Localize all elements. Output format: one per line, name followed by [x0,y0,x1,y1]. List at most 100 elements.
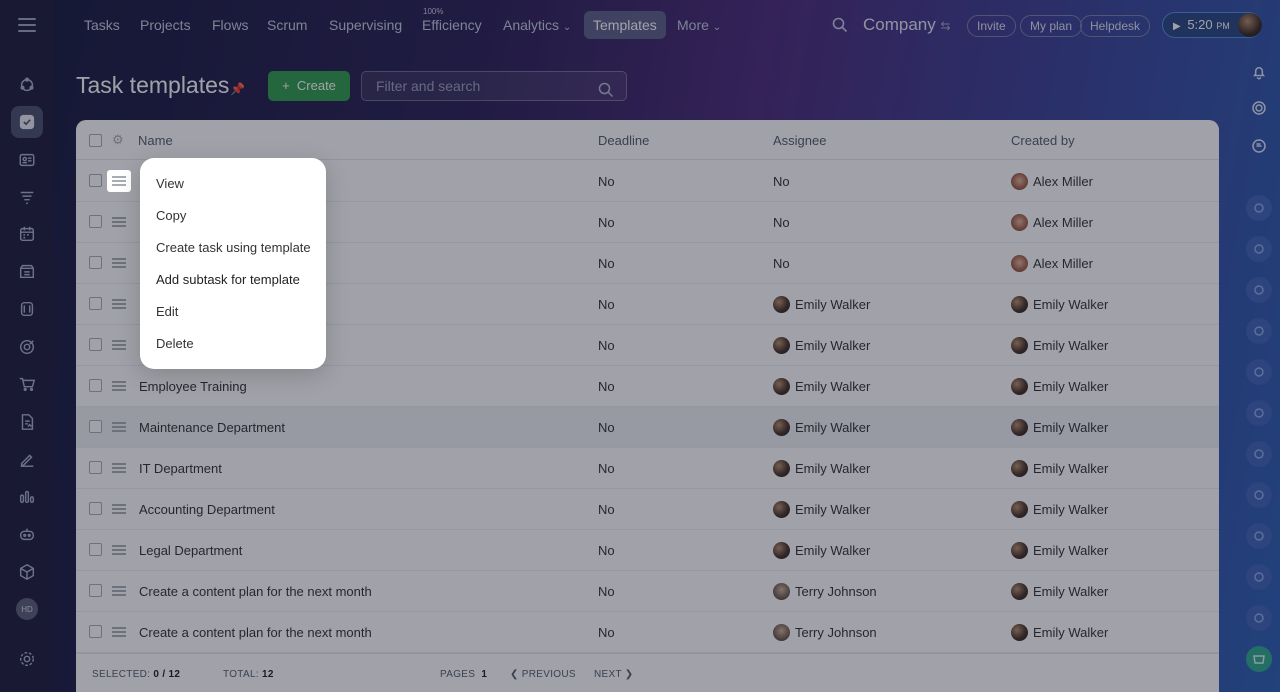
created-by-cell[interactable]: Emily Walker [1011,624,1108,642]
nav-efficiency[interactable]: Efficiency [422,17,482,33]
row-checkbox[interactable] [89,584,102,597]
template-name[interactable]: Create a content plan for the next month [139,584,372,599]
row-checkbox[interactable] [89,174,102,187]
nav-tasks[interactable]: Tasks [84,17,120,33]
row-menu-icon[interactable] [112,545,126,555]
invite-button[interactable]: Invite [967,15,1016,37]
assignee-cell[interactable]: Emily Walker [773,542,870,560]
create-button[interactable]: + Create [268,71,350,101]
next-page-button[interactable]: NEXT ❯ [594,669,633,680]
created-by-cell[interactable]: Alex Miller [1011,255,1093,273]
row-checkbox[interactable] [89,379,102,392]
created-by-cell[interactable]: Emily Walker [1011,501,1108,519]
row-menu-icon[interactable] [112,586,126,596]
created-by-cell[interactable]: Emily Walker [1011,542,1108,560]
menu-item-edit[interactable]: Edit [140,296,326,328]
assignee-cell[interactable]: Emily Walker [773,337,870,355]
contact-avatar-icon[interactable] [1246,400,1272,426]
template-name[interactable]: Accounting Department [139,502,275,517]
contact-avatar-icon[interactable] [1246,277,1272,303]
document-icon[interactable] [11,406,43,438]
pin-icon[interactable]: 📌 [230,82,245,96]
row-checkbox[interactable] [89,256,102,269]
table-row[interactable]: Legal Department No Emily Walker Emily Walk… [76,530,1219,571]
menu-item-copy[interactable]: Copy [140,200,326,232]
contact-avatar-icon[interactable] [1246,359,1272,385]
nav-templates[interactable]: Templates [584,11,666,39]
table-row[interactable]: Create a content plan for the next month… [76,612,1219,653]
column-deadline[interactable]: Deadline [598,133,649,148]
menu-item-view[interactable]: View [140,168,326,200]
column-assignee[interactable]: Assignee [773,133,826,148]
contact-avatar-icon[interactable] [1246,523,1272,549]
contact-card-icon[interactable] [11,144,43,176]
menu-item-create-task[interactable]: Create task using template [140,232,326,264]
profile-avatar[interactable] [1238,13,1262,37]
nav-scrum[interactable]: Scrum [267,17,307,33]
nav-projects[interactable]: Projects [140,17,191,33]
row-checkbox[interactable] [89,502,102,515]
row-menu-icon[interactable] [112,463,126,473]
assignee-cell[interactable]: Terry Johnson [773,624,877,642]
nav-supervising[interactable]: Supervising [329,17,402,33]
table-row[interactable]: IT Department No Emily Walker Emily Walker [76,448,1219,489]
my-plan-button[interactable]: My plan [1020,15,1083,37]
template-name[interactable]: Employee Training [139,379,247,394]
template-name[interactable]: Legal Department [139,543,242,558]
row-checkbox[interactable] [89,420,102,433]
analytics-icon[interactable] [11,480,43,512]
template-name[interactable]: Create a content plan for the next month [139,625,372,640]
nav-flows[interactable]: Flows [212,17,249,33]
row-menu-icon[interactable] [112,381,126,391]
created-by-cell[interactable]: Emily Walker [1011,337,1108,355]
contact-avatar-icon[interactable] [1246,441,1272,467]
market-icon[interactable] [1246,646,1272,672]
chat-icon[interactable] [1246,133,1272,159]
target-icon[interactable] [11,331,43,363]
row-1-menu-handle[interactable] [107,170,131,192]
disk-icon[interactable] [11,293,43,325]
row-menu-icon[interactable] [112,504,126,514]
tasks-icon[interactable] [11,106,43,138]
assignee-cell[interactable]: Emily Walker [773,296,870,314]
created-by-cell[interactable]: Emily Walker [1011,419,1108,437]
created-by-cell[interactable]: Emily Walker [1011,296,1108,314]
store-icon[interactable] [11,255,43,287]
column-created-by[interactable]: Created by [1011,133,1075,148]
row-checkbox[interactable] [89,297,102,310]
table-row[interactable]: Employee Training No Emily Walker Emily Wal… [76,366,1219,407]
column-name[interactable]: Name [138,133,173,148]
row-menu-icon[interactable] [112,340,126,350]
assignee-cell[interactable]: Terry Johnson [773,583,877,601]
assignee-cell[interactable]: Emily Walker [773,419,870,437]
row-checkbox[interactable] [89,461,102,474]
created-by-cell[interactable]: Alex Miller [1011,173,1093,191]
robot-icon[interactable] [11,518,43,550]
row-checkbox[interactable] [89,215,102,228]
menu-item-delete[interactable]: Delete [140,328,326,360]
user-avatar[interactable]: HD [16,598,38,620]
previous-page-button[interactable]: ❮ PREVIOUS [510,669,576,680]
contact-avatar-icon[interactable] [1246,318,1272,344]
row-menu-icon[interactable] [112,627,126,637]
created-by-cell[interactable]: Emily Walker [1011,460,1108,478]
hamburger-menu-icon[interactable] [18,18,36,32]
spiral-icon[interactable] [1246,95,1272,121]
row-menu-icon[interactable] [112,217,126,227]
helpdesk-button[interactable]: Helpdesk [1080,15,1151,37]
calendar-icon[interactable] [11,218,43,250]
gear-icon[interactable]: ⚙ [112,132,124,148]
table-row[interactable]: Create a content plan for the next month… [76,571,1219,612]
filter-search-input[interactable]: Filter and search [361,71,627,101]
assignee-cell[interactable]: Emily Walker [773,501,870,519]
nav-more[interactable]: More ⌄ [677,17,721,33]
contact-avatar-icon[interactable] [1246,564,1272,590]
table-row[interactable]: Maintenance Department No Emily Walker Emil… [76,407,1219,448]
select-all-checkbox[interactable] [89,134,102,147]
template-name[interactable]: Maintenance Department [139,420,285,435]
cart-icon[interactable] [11,368,43,400]
filter-icon[interactable] [11,181,43,213]
assignee-cell[interactable]: No [773,174,790,189]
row-checkbox[interactable] [89,543,102,556]
box-icon[interactable] [11,556,43,588]
